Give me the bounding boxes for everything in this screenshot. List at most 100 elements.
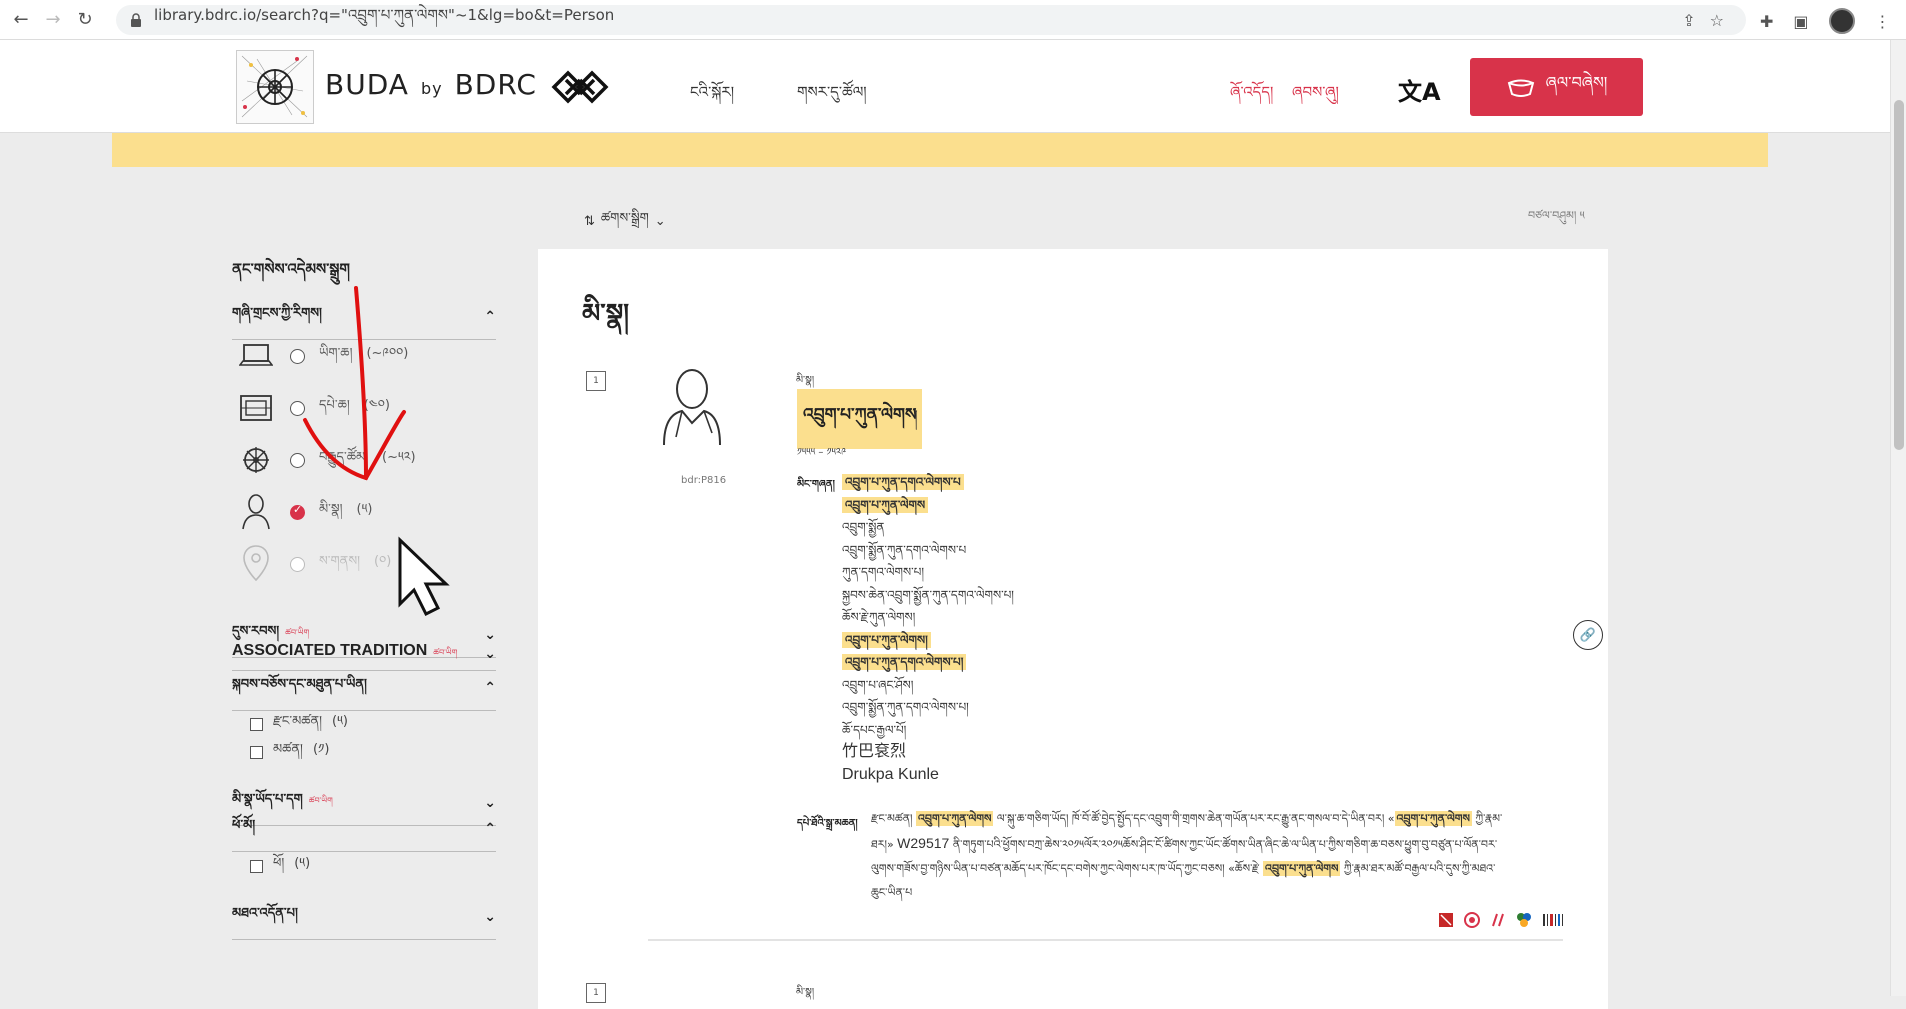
notice-banner	[112, 133, 1768, 167]
filter-title: ནང་གསེས་འདེམས་སྒྲུག	[232, 260, 350, 278]
chevron-down-icon: ⌄	[484, 794, 496, 811]
bio-text: རྫང་མཚན། འབྲུག་པ་ཀུན་ལེགས ལ་སྐུ་ཆ་གཅིག་ཡ…	[871, 811, 1503, 899]
language-icon[interactable]: 文A	[1398, 72, 1441, 107]
bio-label: དཔེ་ཐོའི་སྒྲ་མཆན།	[797, 818, 858, 829]
menu-kebab-icon[interactable]: ⋮	[1875, 12, 1891, 31]
sidepanel-icon[interactable]: ▣	[1793, 12, 1808, 31]
type-radio-place[interactable]	[290, 556, 305, 572]
type-option-place[interactable]: ས་གནས། (༠)	[236, 544, 391, 584]
link-services[interactable]: ཞབས་ཞུ།	[1292, 76, 1339, 118]
chevron-down-icon: ⌄	[484, 646, 496, 662]
other-name: འབྲུག་སྨྱོན་ཀུན་དགའ་ལེགས་པ།	[842, 700, 969, 714]
other-name: འབྲུག་པ་ཀུན་དགའ་ལེགས་པ།	[842, 651, 1014, 674]
bookmark-star-icon[interactable]: ☆	[1710, 11, 1724, 30]
back-icon[interactable]: ←	[10, 9, 32, 31]
logo-graphic-icon	[241, 55, 308, 118]
sort-arrows-icon: ⇅	[584, 214, 595, 229]
status-checkbox-1[interactable]	[250, 718, 263, 731]
type-label-work: དཔེ་ཆ།	[319, 397, 350, 413]
other-name: སྐྱབས་ཆེན་འབྲུག་སྨྱོན་ཀུན་དགའ་ལེགས་པ།	[842, 587, 1014, 602]
source-logo-icon[interactable]	[1464, 912, 1480, 928]
scrollbar-thumb[interactable]	[1894, 100, 1904, 450]
address-bar[interactable]: library.bdrc.io/search?q="འབྲུག་པ་ཀུན་ལེ…	[116, 5, 1746, 35]
type-label-person: མི་སྣ།	[319, 501, 343, 517]
result-title-shad: །	[914, 407, 918, 427]
chevron-up-icon: ⌃	[484, 820, 496, 837]
extensions-icon[interactable]: ✚	[1760, 12, 1773, 31]
sort-dropdown[interactable]: ⇅ ཚགས་སྒྲིག ⌄	[584, 203, 666, 240]
results-heading: མི་སྣ།	[582, 299, 630, 329]
filter-gender-header[interactable]: ཕོ་མོ། ⌃	[232, 810, 496, 852]
type-option-work[interactable]: དཔེ་ཆ། (༤༠)	[236, 388, 390, 428]
share-icon[interactable]: ⇪	[1682, 11, 1695, 30]
reload-icon[interactable]: ↻	[74, 9, 96, 31]
status-label: སྐབས་བཅོས་དང་མཐུན་པ་ཡིན།	[232, 677, 367, 692]
source-logo-icon[interactable]	[1438, 912, 1454, 928]
chevron-up-icon: ⌃	[484, 679, 496, 696]
type-label-etext: ཡིག་ཆ།	[319, 345, 353, 361]
type-radio-work[interactable]	[290, 400, 305, 416]
page-scrollbar[interactable]	[1890, 40, 1906, 996]
brand-title[interactable]: BUDA by BDRC	[325, 68, 537, 101]
results-panel: མི་སྣ། 1 bdr:P816 མི་སྣ། འབྲུག་པ་ཀུན་ལེག…	[538, 249, 1608, 1009]
filter-tradition-header[interactable]: ASSOCIATED TRADITION ཚབ་ཡིག ⌄	[232, 642, 496, 671]
brand-by: by	[420, 79, 443, 98]
chevron-down-icon: ⌄	[484, 908, 496, 925]
filter-status-header[interactable]: སྐབས་བཅོས་དང་མཐུན་པ་ཡིན། ⌃	[232, 669, 496, 711]
forward-icon[interactable]: →	[42, 9, 64, 31]
gender-option-label: ཕོ།	[273, 856, 285, 871]
link-donate[interactable]: ཞོ་འདོད།	[1230, 76, 1273, 118]
login-label: ཞལ་བཞེས།	[1545, 72, 1608, 92]
type-count-work: (༤༠)	[363, 397, 390, 413]
other-name-latin: Drukpa Kunle	[842, 765, 939, 783]
nav-about[interactable]: ངའི་སྐོར།	[690, 76, 734, 118]
bdrc-logo[interactable]	[236, 50, 314, 124]
chevron-up-icon: ⌃	[484, 308, 496, 325]
type-radio-person[interactable]	[290, 503, 305, 520]
other-name: འབྲུག་སྨྱོན	[842, 520, 885, 534]
login-button[interactable]: ཞལ་བཞེས།	[1470, 58, 1643, 116]
bowl-icon	[1507, 79, 1534, 97]
person-avatar-icon[interactable]	[656, 367, 726, 447]
tradition-label: ASSOCIATED TRADITION	[232, 642, 428, 659]
type-option-person[interactable]: མི་སྣ། (༥)	[236, 492, 373, 532]
nav-new-search[interactable]: གསར་དུ་ཚོལ།	[797, 76, 867, 118]
sort-label: ཚགས་སྒྲིག	[600, 211, 649, 226]
status-option-2-count: (༡)	[312, 742, 330, 757]
other-name: འབྲུག་པ་ཞང་ཤོས།	[842, 677, 914, 692]
result-index[interactable]: 1	[586, 371, 606, 391]
gender-checkbox-male[interactable]	[250, 860, 263, 873]
type-radio-etext[interactable]	[290, 348, 305, 364]
filter-author-header[interactable]: མཐའ་འདོན་པ། ⌄	[232, 898, 496, 940]
result-index[interactable]: 1	[586, 983, 606, 1003]
result-divider	[648, 939, 1563, 941]
endless-knot-icon	[551, 70, 609, 104]
brand-bdrc: BDRC	[454, 68, 537, 101]
laptop-icon	[236, 336, 276, 376]
type-option-collection[interactable]: བརྒྱུད་ཚོམ། (~༥༢)	[236, 440, 416, 480]
status-option-2[interactable]: མཚན། (༡)	[250, 734, 329, 771]
century-label: དུས་རབས།	[232, 624, 280, 639]
result-title[interactable]: འབྲུག་པ་ཀུན་ལེགས	[797, 389, 923, 449]
person-icon	[236, 492, 276, 532]
source-logo-icon[interactable]	[1490, 912, 1506, 928]
book-stack-icon	[236, 388, 276, 428]
type-radio-collection[interactable]	[290, 452, 305, 468]
resource-id: bdr:P816	[681, 475, 727, 486]
profile-avatar[interactable]	[1828, 8, 1855, 34]
chevron-down-icon: ⌄	[654, 214, 666, 229]
source-logo-icon[interactable]	[1542, 912, 1564, 928]
filter-types-header[interactable]: གཞི་གྲངས་ཀྱི་རིགས། ⌃	[232, 298, 496, 340]
gender-option-male[interactable]: ཕོ། (༥)	[250, 848, 310, 885]
status-checkbox-2[interactable]	[250, 746, 263, 759]
type-option-etext[interactable]: ཡིག་ཆ། (~༩༠༠)	[236, 336, 408, 376]
century-sub: ཚབ་ཡིག	[285, 628, 310, 637]
author-label: མཐའ་འདོན་པ།	[232, 906, 298, 921]
result-type-label: མི་སྣ།	[796, 987, 815, 998]
chevron-down-icon: ⌄	[484, 626, 496, 643]
site-header: BUDA by BDRC ངའི་སྐོར། གསར་དུ་ཚོལ། ཞོ་འདོད…	[0, 40, 1890, 133]
url-text: library.bdrc.io/search?q="འབྲུག་པ་ཀུན་ལེ…	[154, 6, 615, 24]
source-logo-icon[interactable]	[1516, 912, 1532, 928]
permalink-icon[interactable]: 🔗	[1573, 620, 1603, 650]
person-has-label: མི་སྣ་ཡོད་པ་དག	[232, 792, 303, 807]
